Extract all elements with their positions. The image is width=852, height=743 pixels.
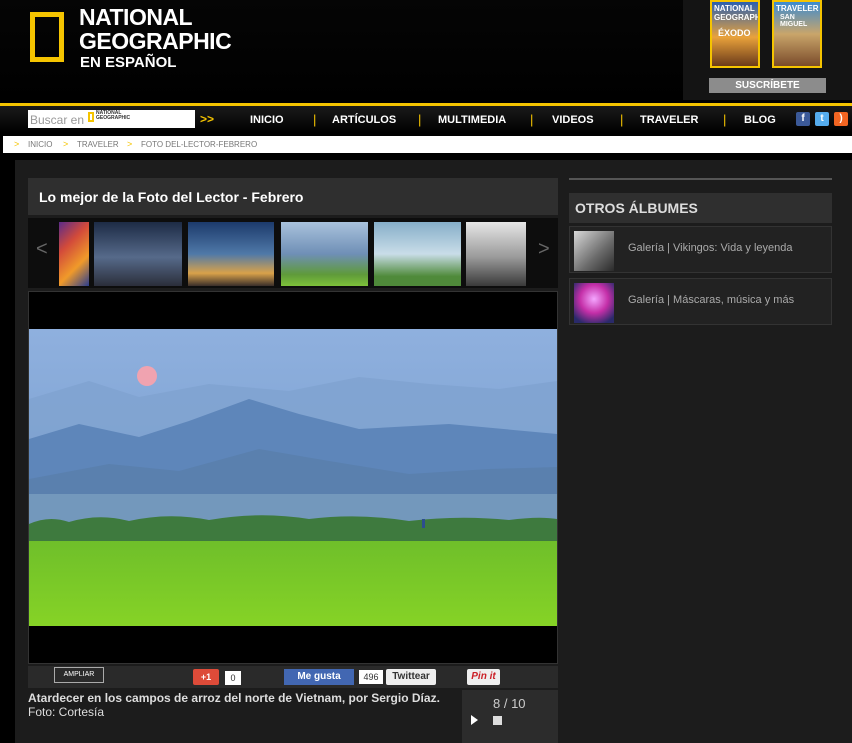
album-label: Galería | Máscaras, música y más [628, 294, 795, 306]
stop-icon[interactable] [493, 716, 502, 725]
subscribe-button[interactable]: SUSCRÍBETE [709, 78, 826, 93]
search-logo-text: NATIONAL GEOGRAPHIC [96, 110, 131, 121]
caption-text: Atardecer en los campos de arroz del nor… [28, 691, 440, 705]
logo-line-1[interactable]: NATIONAL [79, 6, 193, 29]
gallery-thumbnail[interactable] [374, 222, 461, 286]
sidebar-divider [569, 178, 832, 180]
breadcrumb-arrow-icon: > [63, 139, 69, 149]
album-thumbnail [574, 283, 614, 323]
gallery-thumbnail[interactable] [94, 222, 182, 286]
nav-item-multimedia[interactable]: MULTIMEDIA [438, 114, 506, 126]
nav-item-inicio[interactable]: INICIO [250, 114, 284, 126]
magazine-title: NATIONAL GEOGRAPHIC [714, 4, 758, 22]
breadcrumb-inicio[interactable]: INICIO [28, 140, 52, 149]
pin-it-button[interactable]: Pin it [467, 669, 500, 685]
album-item[interactable]: Galería | Vikingos: Vida y leyenda [569, 226, 832, 273]
tweet-button[interactable]: Twittear [386, 669, 436, 685]
google-plus-button[interactable]: +1 [193, 669, 219, 685]
nav-item-blog[interactable]: BLOG [744, 114, 776, 126]
nav-item-videos[interactable]: VIDEOS [552, 114, 594, 126]
album-item[interactable]: Galería | Máscaras, música y más [569, 278, 832, 325]
facebook-icon[interactable]: f [796, 112, 810, 126]
search-button[interactable]: >> [200, 112, 214, 126]
gallery-thumbnail[interactable] [466, 222, 526, 286]
magazine-headline: SAN MIGUEL [780, 14, 808, 28]
main-photo[interactable] [29, 329, 557, 626]
photo-counter: 8 / 10 [493, 696, 526, 711]
nav-separator: | [530, 112, 534, 127]
rss-icon[interactable]: ) [834, 112, 848, 126]
nav-item-articulos[interactable]: ARTÍCULOS [332, 114, 396, 126]
enlarge-button[interactable]: AMPLIAR [54, 667, 104, 683]
facebook-like-button[interactable]: Me gusta [284, 669, 354, 685]
gallery-thumbnail[interactable] [281, 222, 368, 286]
nav-separator: | [418, 112, 422, 127]
facebook-like-count: 496 [359, 670, 383, 684]
logo-rectangle-icon[interactable] [30, 12, 64, 62]
search-logo-icon [88, 112, 94, 122]
photo-caption: Atardecer en los campos de arroz del nor… [28, 691, 458, 719]
strip-prev-arrow-icon[interactable]: < [36, 238, 48, 261]
magazine-title: TRAVELER [776, 4, 819, 13]
logo-line-2[interactable]: GEOGRAPHIC [79, 30, 232, 53]
breadcrumb-current: FOTO DEL-LECTOR-FEBRERO [141, 140, 258, 149]
play-icon[interactable] [471, 715, 478, 725]
magazine-headline: ÉXODO [718, 28, 751, 38]
nav-separator: | [313, 112, 317, 127]
nav-item-traveler[interactable]: TRAVELER [640, 114, 698, 126]
twitter-icon[interactable]: t [815, 112, 829, 126]
caption-credit: Foto: Cortesía [28, 705, 105, 719]
breadcrumb-arrow-icon: > [127, 139, 133, 149]
strip-next-arrow-icon[interactable]: > [538, 238, 550, 261]
logo-line-3[interactable]: EN ESPAÑOL [80, 55, 176, 70]
album-label: Galería | Vikingos: Vida y leyenda [628, 242, 793, 254]
gallery-thumbnail[interactable] [59, 222, 89, 286]
google-plus-count: 0 [225, 671, 241, 685]
album-thumbnail [574, 231, 614, 271]
nav-separator: | [620, 112, 624, 127]
nav-separator: | [723, 112, 727, 127]
gallery-title: Lo mejor de la Foto del Lector - Febrero [39, 189, 304, 205]
breadcrumb-traveler[interactable]: TRAVELER [77, 140, 119, 149]
gallery-thumbnail[interactable] [188, 222, 274, 286]
magazine-cover-natgeo[interactable]: NATIONAL GEOGRAPHIC ÉXODO [710, 0, 760, 68]
search-placeholder: Buscar en [30, 113, 85, 127]
breadcrumb-arrow-icon: > [14, 139, 20, 149]
magazine-cover-traveler[interactable]: TRAVELER SAN MIGUEL [772, 0, 822, 68]
sidebar-title: OTROS ÁLBUMES [575, 200, 698, 216]
rice-field-sunset-image [29, 329, 557, 626]
